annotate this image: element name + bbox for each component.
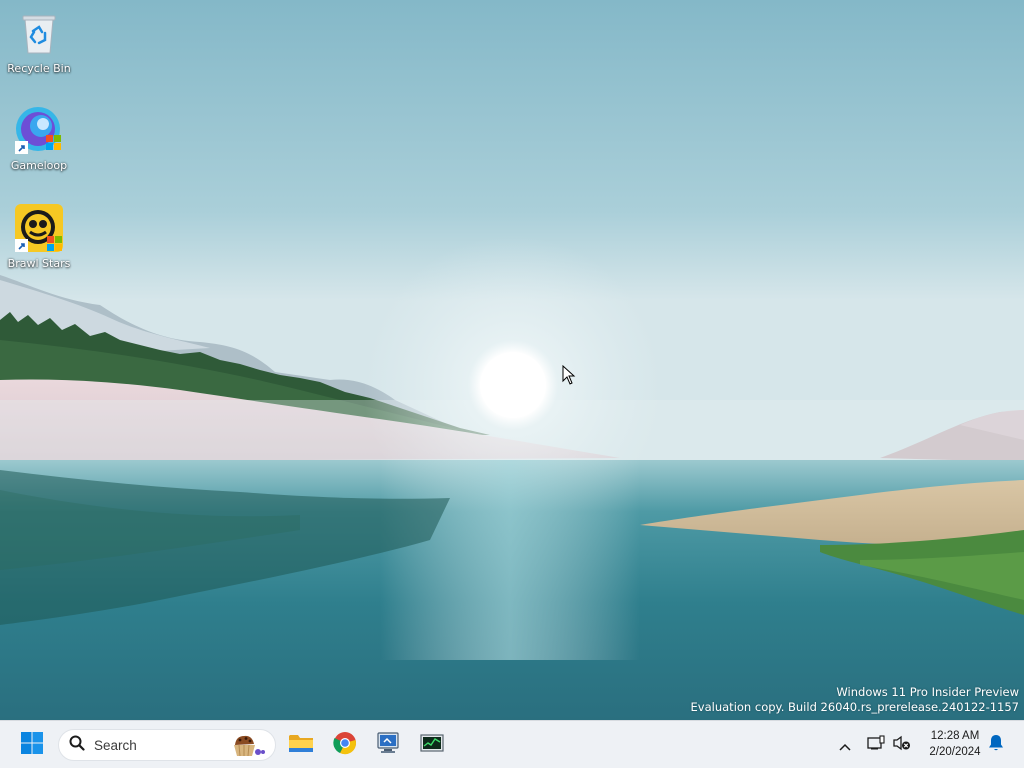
watermark-line-2: Evaluation copy. Build 26040.rs_prerelea…: [690, 700, 1019, 714]
start-button[interactable]: [14, 727, 50, 763]
desktop-wallpaper: [0, 0, 1024, 720]
clock-time: 12:28 AM: [930, 730, 980, 742]
evaluation-watermark: Windows 11 Pro Insider Preview Evaluatio…: [691, 685, 1019, 715]
mouse-cursor-icon: [562, 364, 576, 389]
search-highlight-icon: [231, 733, 265, 763]
network-icon: [867, 735, 885, 755]
tray-overflow-button[interactable]: [833, 733, 857, 757]
recycle-bin-icon: [14, 8, 64, 58]
brawl-stars-icon: [14, 203, 64, 253]
shortcut-arrow-icon: [15, 239, 28, 252]
desktop-icon-label: Brawl Stars: [7, 257, 71, 270]
remote-desktop-icon: [376, 731, 400, 759]
tray-network-button[interactable]: [864, 733, 888, 757]
shortcut-arrow-icon: [15, 141, 28, 154]
taskbar-remote-desktop[interactable]: [370, 727, 406, 763]
windows-start-icon: [20, 731, 44, 759]
taskbar-search-box[interactable]: Search: [58, 729, 276, 761]
volume-muted-icon: [893, 735, 911, 755]
taskbar-task-manager[interactable]: [414, 727, 450, 763]
gameloop-icon: [14, 105, 64, 155]
search-label: Search: [94, 737, 137, 753]
desktop-icon-gameloop[interactable]: Gameloop: [4, 105, 74, 172]
desktop-icon-label: Gameloop: [10, 159, 68, 172]
chrome-icon: [333, 731, 357, 759]
desktop-icon-recycle-bin[interactable]: Recycle Bin: [4, 8, 74, 75]
desktop-icon-brawl-stars[interactable]: Brawl Stars: [4, 203, 74, 270]
taskbar-chrome[interactable]: [327, 727, 363, 763]
watermark-line-1: Windows 11 Pro Insider Preview: [836, 685, 1019, 699]
bell-icon: [988, 734, 1004, 756]
taskbar-clock[interactable]: 12:28 AM 2/20/2024: [918, 728, 992, 760]
task-manager-icon: [420, 731, 444, 759]
clock-date: 2/20/2024: [929, 746, 981, 758]
chevron-up-icon: [839, 736, 851, 755]
notification-center-button[interactable]: [984, 733, 1008, 757]
tray-volume-button[interactable]: [890, 733, 914, 757]
desktop-icon-label: Recycle Bin: [7, 62, 71, 75]
taskbar: Search 12:28 AM 2/20/2024: [0, 720, 1024, 768]
taskbar-file-explorer[interactable]: [283, 727, 319, 763]
file-explorer-icon: [288, 732, 314, 758]
search-icon: [69, 735, 85, 755]
